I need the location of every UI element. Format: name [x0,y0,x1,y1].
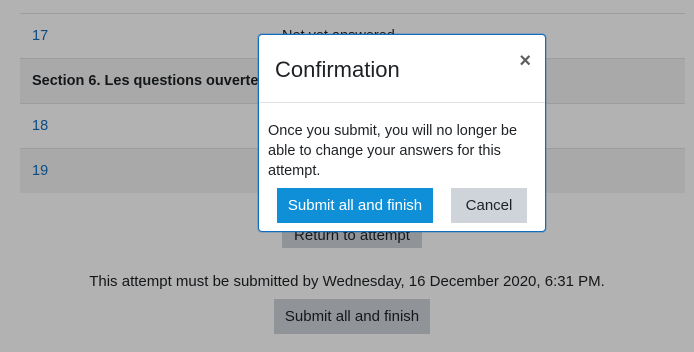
confirmation-dialog: Confirmation × Once you submit, you will… [258,34,546,232]
close-icon[interactable]: × [519,51,531,71]
submit-all-and-finish-button[interactable]: Submit all and finish [277,188,433,223]
modal-body-text: Once you submit, you will no longer be a… [268,123,518,179]
modal-title: Confirmation [275,57,400,82]
cancel-button[interactable]: Cancel [451,188,527,223]
modal-header: Confirmation × [259,35,545,103]
